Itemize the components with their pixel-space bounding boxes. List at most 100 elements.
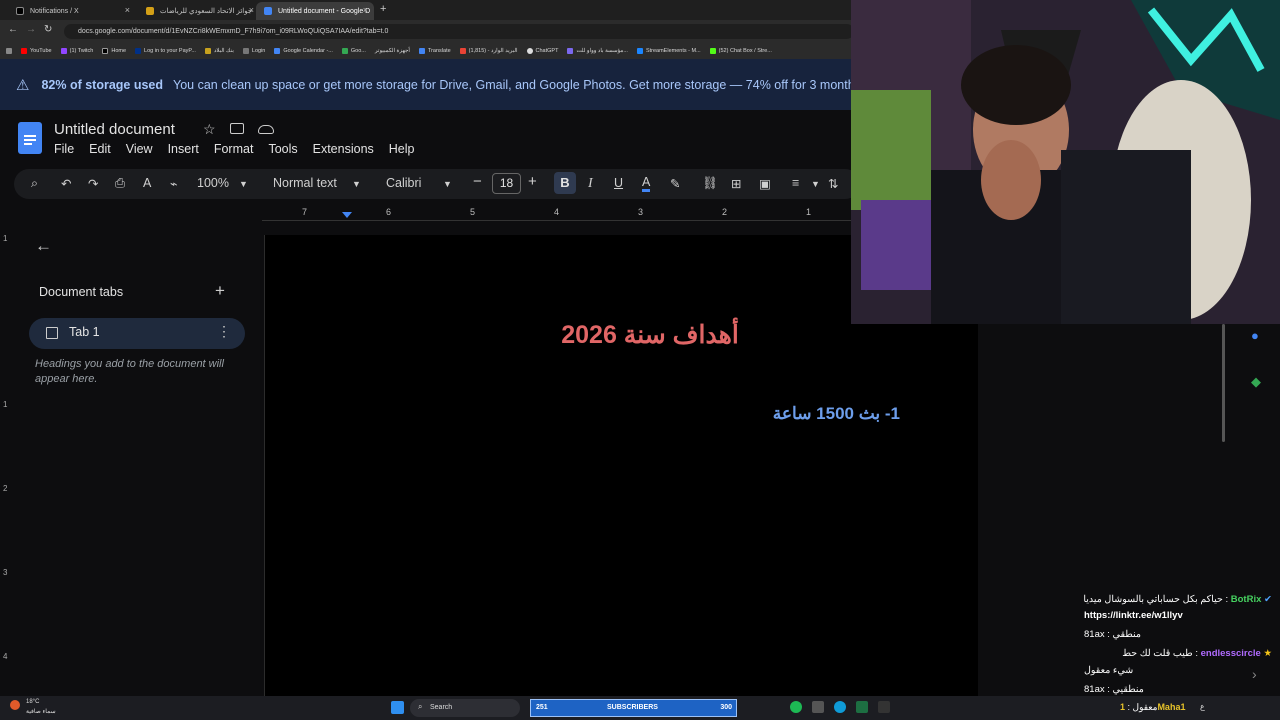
bookmark-chatgpt[interactable]: ChatGPT	[526, 47, 558, 54]
verified-icon: ✔	[1264, 594, 1272, 605]
bookmark-login[interactable]: Login	[242, 47, 265, 54]
add-tab-icon[interactable]: +	[215, 281, 225, 301]
line-spacing-icon[interactable]: ⇅	[828, 176, 838, 191]
menu-insert[interactable]: Insert	[168, 142, 199, 156]
bookmark-home[interactable]: Home	[102, 47, 126, 54]
chat-link[interactable]: https://linktr.ee/w1llyv	[1084, 610, 1183, 621]
horizontal-ruler[interactable]	[262, 205, 862, 221]
decrease-font-size-icon[interactable]: −	[473, 173, 482, 190]
italic-button[interactable]: I	[588, 176, 593, 192]
comment-icon[interactable]: ⊞	[731, 176, 741, 191]
text-color-icon[interactable]: A	[642, 176, 651, 192]
outline-hint: Headings you add to the document will ap…	[35, 358, 224, 385]
bookmark-twitch[interactable]: (1) Twitch	[60, 47, 93, 54]
link-icon[interactable]: ⛓	[702, 176, 718, 191]
document-heading[interactable]: أهداف سنة 2026	[500, 320, 800, 350]
chat-line: 81ax : منطقيي	[1084, 684, 1144, 695]
document-line-1[interactable]: 1- بث 1500 ساعة	[700, 404, 900, 424]
star-icon[interactable]: ☆	[203, 121, 216, 138]
docs-logo-icon[interactable]	[18, 122, 42, 154]
redo-icon[interactable]: ↷	[88, 176, 98, 191]
bookmark-bank[interactable]: بنك البلاد	[204, 47, 234, 54]
right-side-panel: ● ◆	[1222, 324, 1280, 584]
more-options-icon[interactable]: ⋮	[217, 323, 231, 340]
close-icon[interactable]: ×	[249, 5, 254, 15]
bookmark-computers[interactable]: أجهزة الكمبيوتر	[375, 48, 410, 54]
ruler-number: 7	[302, 207, 308, 217]
bookmark-google[interactable]: Goo...	[341, 47, 366, 54]
menu-file[interactable]: File	[54, 142, 74, 156]
reload-icon[interactable]: ↻	[44, 24, 52, 35]
new-tab-icon[interactable]: +	[380, 3, 386, 15]
storage-banner-message[interactable]: You can clean up space or get more stora…	[173, 78, 861, 92]
spellcheck-icon[interactable]: A	[143, 176, 151, 190]
move-folder-icon[interactable]	[230, 123, 244, 134]
browser-tab-docs[interactable]: Untitled document - Google D ×	[256, 2, 374, 20]
align-icon[interactable]: ≡	[792, 176, 799, 190]
document-title[interactable]: Untitled document	[54, 121, 175, 138]
windows-start-icon[interactable]	[391, 701, 404, 714]
contacts-icon[interactable]: ●	[1251, 328, 1259, 343]
print-icon[interactable]: ⎙	[115, 176, 125, 191]
paint-format-icon[interactable]: ⌁	[170, 176, 178, 191]
menu-tools[interactable]: Tools	[268, 142, 297, 156]
bookmark-foundation[interactable]: مؤسسة باد وواو للت...	[567, 47, 628, 54]
taskbar-search[interactable]: ⌕ Search	[410, 699, 520, 717]
menu-bar: File Edit View Insert Format Tools Exten…	[54, 142, 430, 156]
bookmark-streamelements[interactable]: StreamElements - M...	[636, 47, 701, 54]
image-icon[interactable]: ▣	[759, 176, 771, 191]
bold-button[interactable]: B	[554, 172, 576, 194]
bookmark-translate[interactable]: Translate	[418, 47, 451, 54]
browser-tab-label: Untitled document - Google D	[278, 7, 371, 15]
browser-tab-notifications[interactable]: Notifications / X ×	[8, 2, 136, 20]
font-select[interactable]: Calibri	[386, 176, 421, 190]
bookmark-chatbox[interactable]: (52) Chat Box / Stre...	[709, 47, 772, 54]
excel-icon[interactable]	[856, 701, 868, 713]
search-icon: ⌕	[418, 702, 423, 711]
close-icon[interactable]: ×	[363, 5, 368, 15]
highlight-icon[interactable]: ✎	[670, 176, 680, 191]
close-icon[interactable]: ×	[125, 5, 130, 15]
language-indicator[interactable]: ع	[1200, 702, 1205, 711]
browser-tab-federation[interactable]: جوائز الاتحاد السعودي للرياضات ×	[138, 2, 260, 20]
maps-icon[interactable]: ◆	[1251, 374, 1261, 390]
bookmark-youtube[interactable]: YouTube	[21, 47, 52, 54]
bookmark-calendar[interactable]: Google Calendar -...	[274, 47, 333, 54]
undo-icon[interactable]: ↶	[61, 176, 71, 191]
app-icon[interactable]	[812, 701, 824, 713]
address-bar[interactable]: docs.google.com/document/d/1EvNZCri8kWEm…	[64, 24, 854, 39]
cloud-status-icon[interactable]	[258, 125, 274, 134]
vertical-ruler[interactable]	[0, 224, 14, 696]
menu-help[interactable]: Help	[389, 142, 415, 156]
sidebar-tab-1[interactable]: Tab 1 ⋮	[29, 318, 245, 349]
taskbar-search-label: Search	[430, 704, 453, 711]
scrollbar[interactable]	[1222, 324, 1225, 442]
menu-view[interactable]: View	[126, 142, 153, 156]
indent-marker-icon[interactable]	[342, 212, 352, 218]
forward-icon[interactable]: →	[26, 24, 36, 35]
spotify-icon[interactable]	[790, 701, 802, 713]
document-tabs-title: Document tabs	[39, 285, 124, 299]
back-arrow-icon[interactable]: ←	[35, 236, 52, 256]
search-menus-icon[interactable]: ⌕	[31, 176, 38, 191]
subs-count: 251	[536, 704, 548, 711]
increase-font-size-icon[interactable]: +	[528, 173, 537, 190]
font-size-input[interactable]: 18	[492, 173, 521, 194]
chevron-right-icon[interactable]: ›	[1252, 666, 1257, 682]
menu-extensions[interactable]: Extensions	[313, 142, 374, 156]
ruler-number: 3	[3, 568, 8, 577]
bookmark-inbox[interactable]: البريد الوارد - (1,815)	[459, 47, 518, 54]
edge-icon[interactable]	[834, 701, 846, 713]
weather-icon[interactable]	[10, 700, 20, 710]
menu-format[interactable]: Format	[214, 142, 254, 156]
apps-icon[interactable]	[6, 47, 12, 54]
terminal-icon[interactable]	[878, 701, 890, 713]
back-icon[interactable]: ←	[8, 24, 18, 35]
chat-line: 81ax : منطقي	[1084, 629, 1142, 640]
underline-button[interactable]: U	[614, 176, 623, 190]
bookmark-paypal[interactable]: Log in to your PayP...	[135, 47, 196, 54]
style-select[interactable]: Normal text	[273, 176, 337, 190]
menu-edit[interactable]: Edit	[89, 142, 111, 156]
zoom-select[interactable]: 100%	[197, 176, 229, 190]
browser-tab-label: جوائز الاتحاد السعودي للرياضات	[160, 8, 253, 15]
